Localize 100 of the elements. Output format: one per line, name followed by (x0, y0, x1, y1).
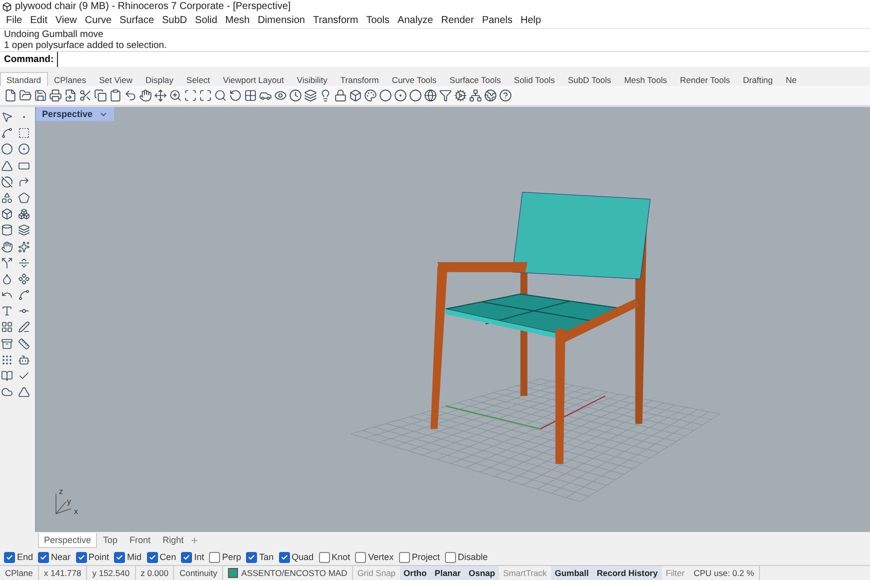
view-tab[interactable]: Perspective (38, 533, 98, 548)
check-icon[interactable] (18, 370, 30, 382)
menu-item[interactable]: View (51, 15, 81, 26)
grid-icon[interactable] (244, 89, 257, 102)
menu-item[interactable]: Solid (191, 15, 222, 26)
toolbar-tab[interactable]: Visibility (290, 72, 334, 86)
osnap-checkbox[interactable] (318, 552, 330, 562)
osnap-checkbox[interactable] (114, 552, 126, 562)
split-icon[interactable] (1, 256, 13, 269)
osnap-checkbox[interactable] (76, 552, 87, 562)
folder-icon[interactable] (19, 89, 32, 102)
toolbar-tab[interactable]: Standard (0, 72, 48, 86)
gear-icon[interactable] (454, 89, 467, 102)
box-icon[interactable] (1, 208, 13, 220)
menu-item[interactable]: Surface (116, 15, 158, 26)
hand-icon[interactable] (1, 240, 13, 252)
command-field[interactable] (56, 52, 870, 67)
toolbar-tab[interactable]: SubD Tools (561, 72, 618, 86)
eye-icon[interactable] (274, 89, 287, 102)
sphere-icon[interactable] (409, 89, 422, 102)
osnap-checkbox[interactable] (4, 552, 15, 562)
ruler-icon[interactable] (18, 338, 30, 350)
help-icon[interactable] (499, 89, 512, 102)
block-icon[interactable] (1, 338, 13, 350)
move-icon[interactable] (154, 89, 167, 102)
filter-icon[interactable] (439, 89, 452, 102)
solid-union-icon[interactable] (18, 208, 30, 220)
cube-icon[interactable] (349, 89, 362, 102)
edit-icon[interactable] (18, 321, 30, 334)
osnap-checkbox[interactable] (278, 552, 290, 562)
status-toggle[interactable]: Record History (592, 566, 662, 580)
menu-item[interactable]: Edit (26, 15, 52, 26)
toolbar-tab[interactable]: Solid Tools (507, 72, 562, 86)
lock-icon[interactable] (334, 89, 347, 102)
text-icon[interactable] (1, 305, 13, 318)
menu-item[interactable]: File (2, 15, 26, 26)
osnap-checkbox[interactable] (398, 552, 410, 562)
new-file-icon[interactable] (4, 89, 17, 102)
burst-icon[interactable] (18, 240, 30, 252)
toolbar-tab[interactable]: Surface Tools (443, 72, 508, 86)
save-icon[interactable] (34, 89, 47, 102)
toolbar-tab[interactable]: Viewport Layout (216, 72, 290, 86)
status-toggle[interactable]: Ortho (400, 566, 431, 580)
menu-item[interactable]: Render (437, 15, 478, 26)
osnap-checkbox[interactable] (355, 552, 366, 562)
menu-item[interactable]: Help (516, 15, 546, 26)
polyline-icon[interactable] (1, 127, 13, 140)
book-icon[interactable] (1, 370, 13, 382)
clipboard-icon[interactable] (109, 89, 122, 102)
view-tab[interactable]: Right (156, 533, 190, 548)
points-icon[interactable] (18, 272, 30, 285)
menu-item[interactable]: Transform (308, 15, 362, 26)
osnap-checkbox[interactable] (444, 552, 456, 562)
menu-item[interactable]: Tools (362, 15, 394, 26)
status-toggle[interactable]: Gumball (550, 566, 593, 580)
patch-icon[interactable] (18, 192, 30, 204)
array-icon[interactable] (1, 354, 13, 366)
osnap-checkbox[interactable] (38, 552, 50, 562)
toolbar-tab[interactable]: Ne (779, 72, 804, 86)
trim-icon[interactable] (18, 256, 30, 269)
grid-icon[interactable] (1, 321, 13, 334)
spline-icon[interactable] (18, 289, 30, 302)
status-toggle[interactable]: Osnap (464, 566, 500, 580)
hierarchy-icon[interactable] (469, 89, 482, 102)
osnap-checkbox[interactable] (246, 552, 258, 562)
layer-field[interactable]: ASSENTO/ENCOSTO MAD (223, 566, 354, 580)
menu-item[interactable]: Curve (80, 15, 116, 26)
rotate-icon[interactable] (229, 89, 242, 102)
menu-item[interactable]: Dimension (254, 15, 309, 26)
osnap-checkbox[interactable] (209, 552, 220, 562)
menu-item[interactable]: Analyze (394, 15, 438, 26)
view-tab[interactable]: Top (97, 533, 124, 548)
toolbar-tab[interactable]: Set View (92, 72, 140, 86)
osnap-checkbox[interactable] (146, 552, 158, 562)
view-tab[interactable]: Front (124, 533, 157, 548)
copy-icon[interactable] (94, 89, 107, 102)
zoom-icon[interactable] (169, 89, 182, 102)
toolbar-tab[interactable]: Render Tools (674, 72, 736, 86)
earth-icon[interactable] (484, 89, 497, 102)
toolbar-tab[interactable]: Display (139, 72, 180, 86)
toolbar-tab[interactable]: Mesh Tools (618, 72, 674, 86)
osnap-checkbox[interactable] (181, 552, 192, 562)
search-icon[interactable] (214, 89, 227, 102)
circle-icon[interactable] (1, 143, 13, 156)
document-icon[interactable] (64, 89, 77, 102)
lightbulb-icon[interactable] (319, 89, 332, 102)
menu-item[interactable]: SubD (158, 15, 192, 26)
scissors-icon[interactable] (79, 89, 92, 102)
cylinder-icon[interactable] (1, 224, 13, 236)
toolbar-tab[interactable]: Transform (334, 72, 386, 86)
toolbar-tab[interactable]: Drafting (736, 72, 780, 86)
clock-icon[interactable] (289, 89, 302, 102)
undo-icon[interactable] (124, 89, 137, 102)
layers-icon[interactable] (304, 89, 317, 102)
cloud-icon[interactable] (1, 386, 13, 398)
toolbar-tab[interactable]: Select (180, 72, 217, 86)
pointer-icon[interactable] (1, 111, 13, 123)
curve-box-icon[interactable] (18, 127, 30, 140)
toolbar-tab[interactable]: Curve Tools (385, 72, 444, 86)
toolbar-tab[interactable]: CPlanes (48, 72, 93, 86)
